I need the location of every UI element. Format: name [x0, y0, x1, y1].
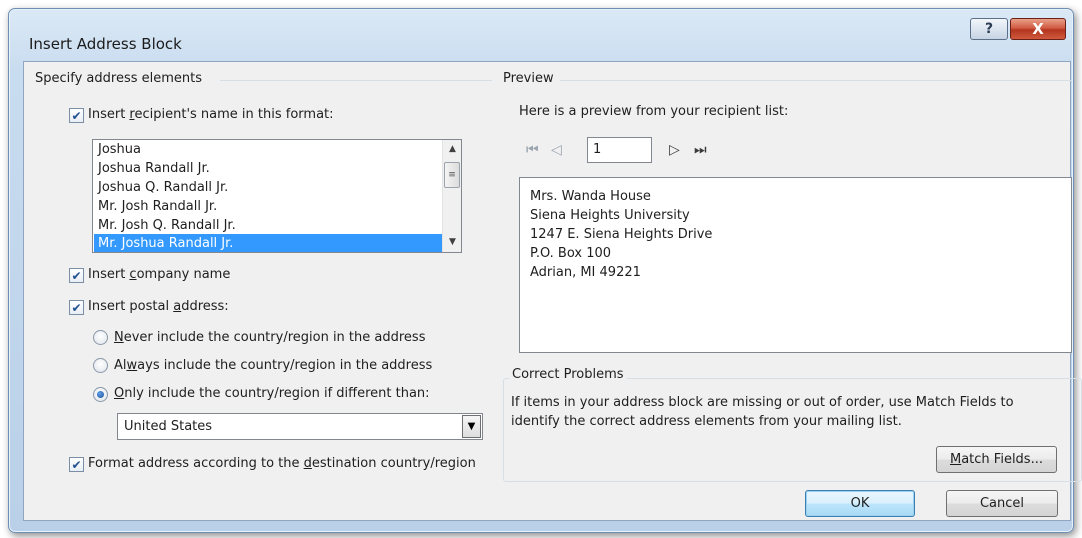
help-icon: ?: [984, 21, 994, 37]
never-include-country-label: Never include the country/region in the …: [114, 330, 426, 345]
first-record-icon[interactable]: ⏮: [526, 142, 539, 158]
scroll-down-icon[interactable]: ▼: [443, 233, 461, 251]
list-item-selected[interactable]: Mr. Joshua Randall Jr.: [94, 234, 442, 252]
list-item[interactable]: Joshua Randall Jr.: [94, 159, 442, 178]
preview-intro-text: Here is a preview from your recipient li…: [519, 104, 789, 119]
company-name-label: Insert company name: [88, 267, 231, 282]
list-scrollbar[interactable]: ▲ ≡ ▼: [442, 140, 461, 252]
preview-line: Siena Heights University: [530, 208, 690, 223]
preview-line: Adrian, MI 49221: [530, 265, 641, 280]
company-name-checkbox[interactable]: ✔: [69, 268, 84, 283]
preview-group-title: Preview: [503, 71, 554, 86]
previous-record-icon[interactable]: ◁: [551, 142, 562, 158]
check-icon: ✔: [71, 108, 82, 123]
check-icon: ✔: [71, 300, 82, 315]
last-record-icon[interactable]: ⏭: [694, 142, 707, 158]
address-elements-group-title: Specify address elements: [35, 71, 203, 86]
match-fields-button[interactable]: Match Fields...: [936, 446, 1057, 473]
only-include-country-label: Only include the country/region if diffe…: [114, 386, 430, 401]
address-preview-box: Mrs. Wanda House Siena Heights Universit…: [519, 177, 1072, 353]
preview-line: P.O. Box 100: [530, 246, 612, 261]
country-select[interactable]: United States ▼: [117, 413, 483, 440]
next-record-icon[interactable]: ▷: [669, 142, 680, 158]
dialog-body: Specify address elements ✔ Insert recipi…: [23, 61, 1082, 521]
name-format-list[interactable]: Joshua Joshua Randall Jr. Joshua Q. Rand…: [92, 139, 462, 253]
close-icon: X: [1032, 20, 1044, 38]
cancel-button[interactable]: Cancel: [946, 490, 1058, 517]
format-destination-checkbox[interactable]: ✔: [69, 457, 84, 472]
postal-address-checkbox[interactable]: ✔: [69, 300, 84, 315]
ok-button[interactable]: OK: [805, 490, 915, 517]
list-item[interactable]: Mr. Josh Q. Randall Jr.: [94, 216, 442, 235]
preview-line: Mrs. Wanda House: [530, 189, 651, 204]
dialog-window: Insert Address Block ? X Specify address…: [8, 8, 1082, 533]
scroll-thumb[interactable]: ≡: [444, 162, 460, 188]
dropdown-arrow-icon[interactable]: ▼: [462, 415, 481, 438]
recipient-name-checkbox[interactable]: ✔: [69, 108, 84, 123]
postal-address-label: Insert postal address:: [88, 299, 229, 314]
list-item[interactable]: Joshua: [94, 140, 442, 159]
format-destination-label: Format address according to the destinat…: [88, 456, 476, 471]
grip-icon: ≡: [448, 170, 456, 180]
title-bar[interactable]: Insert Address Block ? X: [9, 9, 1073, 61]
only-include-country-radio[interactable]: [93, 387, 108, 402]
correct-problems-text-2: identify the correct address elements fr…: [511, 414, 902, 429]
never-include-country-radio[interactable]: [93, 330, 108, 345]
country-select-value: United States: [124, 419, 213, 434]
list-item[interactable]: Mr. Josh Randall Jr.: [94, 197, 442, 216]
correct-problems-title: Correct Problems: [509, 367, 627, 382]
check-icon: ✔: [71, 268, 82, 283]
group-divider: [560, 80, 1072, 81]
always-include-country-label: Always include the country/region in the…: [114, 358, 433, 373]
always-include-country-radio[interactable]: [93, 358, 108, 373]
record-number-input[interactable]: 1: [587, 137, 652, 163]
scroll-up-icon[interactable]: ▲: [443, 140, 461, 158]
close-button[interactable]: X: [1010, 18, 1066, 40]
recipient-name-label: Insert recipient's name in this format:: [88, 107, 334, 122]
check-icon: ✔: [71, 457, 82, 472]
group-divider: [220, 80, 492, 81]
correct-problems-text-1: If items in your address block are missi…: [511, 395, 1014, 410]
list-item[interactable]: Joshua Q. Randall Jr.: [94, 178, 442, 197]
preview-line: 1247 E. Siena Heights Drive: [530, 227, 713, 242]
dialog-title: Insert Address Block: [29, 35, 182, 53]
help-button[interactable]: ?: [970, 18, 1008, 40]
